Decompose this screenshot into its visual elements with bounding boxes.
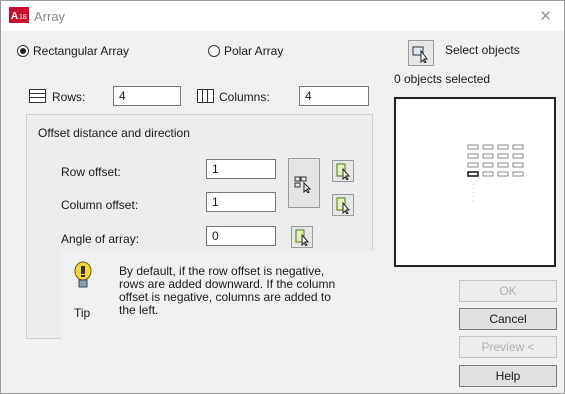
pick-both-offsets-icon	[294, 176, 312, 193]
array-preview	[394, 97, 556, 267]
offset-group-title: Offset distance and direction	[38, 126, 190, 140]
pick-column-offset-button[interactable]	[332, 194, 354, 216]
cancel-button[interactable]: Cancel	[459, 308, 557, 330]
rows-input[interactable]: 4	[113, 86, 181, 106]
column-offset-label: Column offset:	[61, 198, 139, 212]
preview-button[interactable]: Preview <	[459, 336, 557, 358]
columns-label: Columns:	[219, 90, 270, 104]
ok-button[interactable]: OK	[459, 280, 557, 302]
columns-icon	[197, 89, 214, 103]
pick-column-offset-icon	[336, 197, 351, 214]
columns-input[interactable]: 4	[299, 86, 369, 106]
autocad-app-icon: A 18	[9, 7, 29, 23]
radio-unselected-indicator	[208, 45, 220, 57]
select-objects-label[interactable]: Select objects	[445, 43, 520, 57]
svg-text:A: A	[11, 11, 18, 22]
rows-label: Rows:	[52, 90, 86, 104]
polar-array-label: Polar Array	[224, 44, 284, 58]
close-icon[interactable]: ✕	[539, 7, 552, 25]
angle-input[interactable]: 0	[206, 226, 276, 246]
help-button[interactable]: Help	[459, 365, 557, 387]
rows-icon	[29, 89, 46, 103]
angle-label: Angle of array:	[61, 232, 140, 246]
objects-selected-status: 0 objects selected	[394, 72, 491, 86]
polar-array-radio[interactable]: Polar Array	[208, 44, 283, 58]
array-dialog: A 18 Array ✕ Rectangular Array Polar Arr…	[0, 0, 565, 394]
row-offset-input[interactable]: 1	[206, 159, 276, 179]
row-offset-label: Row offset:	[61, 165, 121, 179]
pick-row-offset-button[interactable]	[332, 160, 354, 182]
pick-row-offset-icon	[336, 163, 351, 180]
radio-selected-indicator	[17, 45, 29, 57]
tip-label: Tip	[74, 306, 91, 320]
select-objects-button[interactable]	[408, 40, 434, 66]
pick-angle-button[interactable]	[291, 226, 313, 248]
pick-angle-icon	[295, 229, 310, 246]
tip-text: By default, if the row offset is negativ…	[119, 264, 336, 317]
pick-both-offsets-button[interactable]	[288, 158, 320, 208]
select-objects-icon	[412, 46, 428, 63]
column-offset-input[interactable]: 1	[206, 192, 276, 212]
rectangular-array-radio[interactable]: Rectangular Array	[17, 44, 129, 58]
array-preview-grid	[467, 144, 524, 204]
svg-text:18: 18	[19, 14, 27, 21]
lightbulb-icon	[74, 261, 92, 288]
title-bar: A 18 Array ✕	[1, 1, 564, 31]
window-title: Array	[34, 9, 66, 24]
rectangular-array-label: Rectangular Array	[33, 44, 130, 58]
